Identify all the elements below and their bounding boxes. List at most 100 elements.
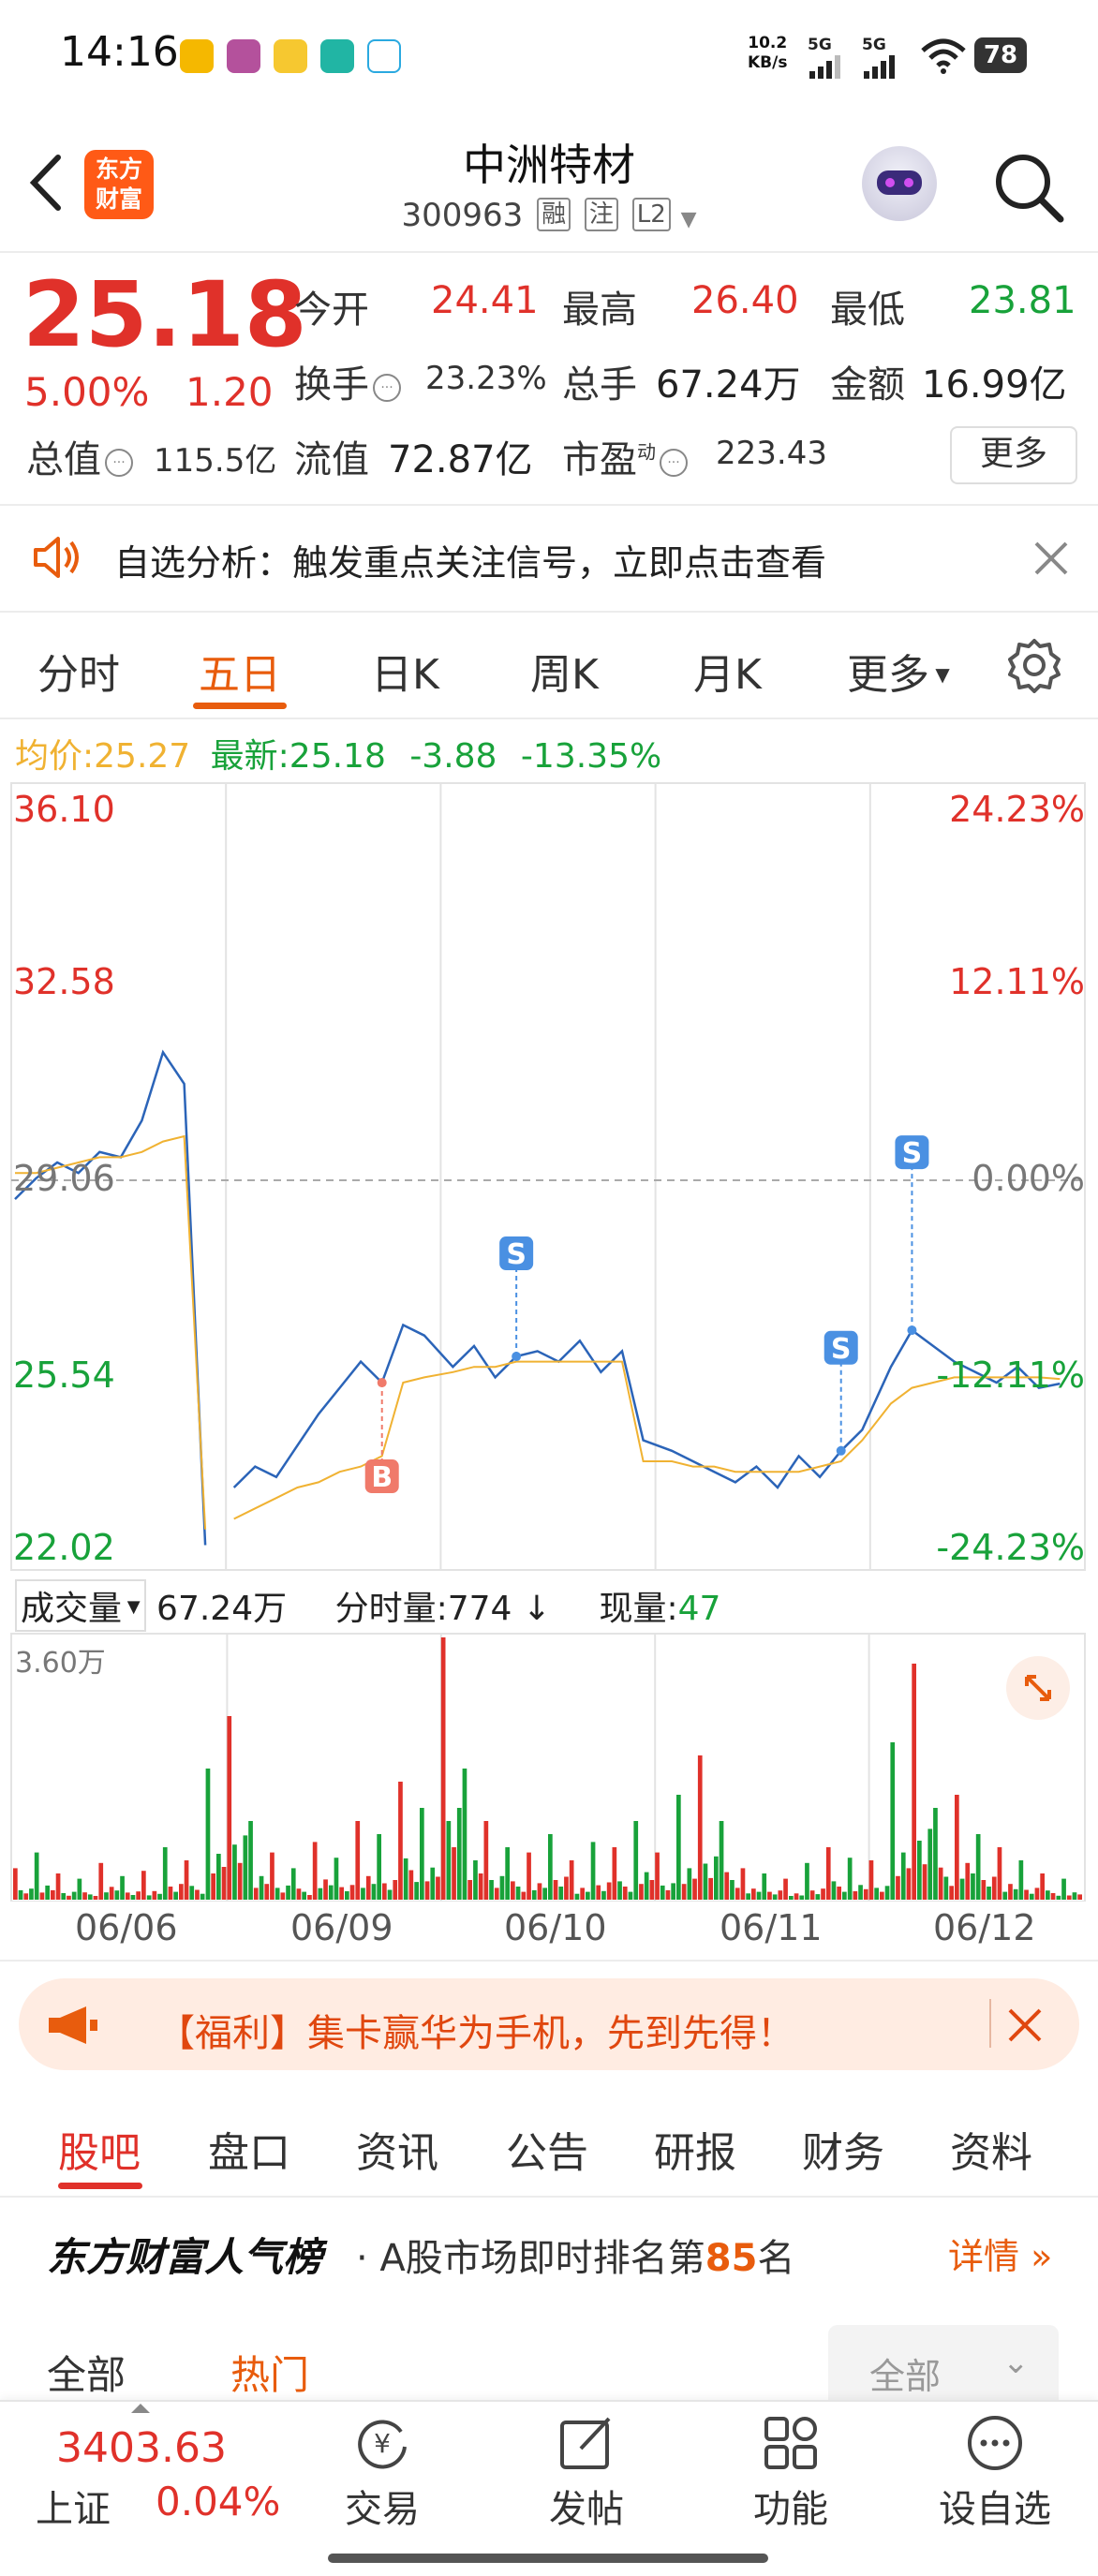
volume-bar — [660, 1885, 665, 1900]
assistant-robot-icon[interactable] — [862, 146, 937, 221]
promo-divider — [989, 1999, 991, 2048]
volume-bar — [483, 1821, 489, 1900]
tab-more[interactable]: 更多 ▼ — [847, 641, 950, 701]
volume-bar — [1050, 1893, 1056, 1900]
registration-tag: 注 — [584, 198, 618, 231]
volume-bar — [67, 1895, 71, 1900]
info-icon[interactable]: ··· — [660, 449, 688, 477]
close-icon[interactable] — [1006, 2006, 1044, 2044]
tab-five-day[interactable]: 五日 — [199, 641, 281, 701]
current-price: 25.18 — [22, 262, 307, 367]
search-icon[interactable] — [991, 150, 1066, 225]
tab-orderbook[interactable]: 盘口 — [208, 2119, 290, 2179]
turnover-label: 换手 ··· — [294, 354, 405, 408]
y-tick-right: 0.00% — [972, 1158, 1085, 1199]
volume-bar — [676, 1795, 681, 1900]
nav-functions[interactable]: 功能 — [725, 2406, 856, 2533]
nav-trade[interactable]: ¥ 交易 — [317, 2406, 448, 2533]
volume-bar — [296, 1888, 302, 1900]
volume-bar — [162, 1847, 168, 1900]
volume-bar — [1029, 1893, 1034, 1900]
pe-label: 市盈动 ··· — [562, 429, 691, 483]
high-value: 26.40 — [691, 279, 799, 322]
index-change-pct[interactable]: 0.04% — [156, 2479, 280, 2524]
volume-bar — [184, 1860, 189, 1900]
volume-bar — [377, 1834, 381, 1900]
volume-bar — [644, 1872, 649, 1900]
ranking-text: · A股市场即时排名第85名 — [356, 2237, 795, 2280]
info-icon[interactable]: ··· — [373, 374, 401, 402]
volume-bar — [243, 1835, 248, 1900]
close-icon[interactable] — [1031, 538, 1072, 579]
volume-bar — [596, 1885, 601, 1900]
volume-bar — [365, 1875, 371, 1900]
volume-bar — [671, 1883, 675, 1900]
index-value[interactable]: 3403.63 — [56, 2424, 227, 2472]
chart-legend: 均价:25.27 最新:25.18 -3.88 -13.35% — [15, 737, 662, 776]
notification-app-icon — [227, 39, 260, 73]
volume-bar — [922, 1864, 927, 1900]
volume-bar — [531, 1889, 537, 1900]
tab-news[interactable]: 资讯 — [356, 2119, 438, 2179]
tab-monthly-k[interactable]: 月K — [693, 641, 762, 701]
filter-all[interactable]: 全部 — [47, 2344, 126, 2401]
tab-profile[interactable]: 资料 — [950, 2119, 1032, 2179]
volume-selector[interactable]: 成交量 ▼ — [15, 1579, 146, 1632]
volume-value: 67.24万 — [656, 363, 801, 407]
volume-bar — [339, 1887, 344, 1900]
tab-forum[interactable]: 股吧 — [58, 2119, 141, 2179]
volume-bar — [494, 1888, 499, 1900]
tab-daily-k[interactable]: 日K — [371, 641, 439, 701]
gear-icon[interactable] — [1008, 637, 1061, 693]
volume-bar — [130, 1895, 136, 1900]
notification-app-icon — [180, 39, 214, 73]
volume-bar — [927, 1828, 933, 1900]
notice-text[interactable]: 自选分析：触发重点关注信号，立即点击查看 — [114, 534, 826, 585]
volume-bar — [264, 1884, 270, 1900]
notification-mail-icon — [274, 39, 307, 73]
tab-finance[interactable]: 财务 — [802, 2119, 884, 2179]
volume-bar — [612, 1847, 617, 1900]
filter-hot[interactable]: 热门 — [230, 2344, 309, 2401]
date-label: 06/10 — [504, 1907, 607, 1948]
more-quote-button[interactable]: 更多 — [950, 426, 1077, 484]
volume-bar — [639, 1884, 644, 1900]
ranking-detail-link[interactable]: 详情 » — [948, 2228, 1052, 2279]
volume-bar — [280, 1892, 286, 1900]
tab-announcements[interactable]: 公告 — [506, 2119, 588, 2179]
signal-marker-label: S — [831, 1333, 852, 1366]
volume-bar — [553, 1880, 558, 1900]
volume-bar — [29, 1888, 34, 1900]
volume-bar — [900, 1852, 906, 1900]
volume-bar — [515, 1887, 521, 1900]
volume-bar — [200, 1893, 205, 1900]
tab-intraday[interactable]: 分时 — [37, 641, 120, 701]
filter-dropdown[interactable]: 全部 ⌄ — [828, 2325, 1059, 2411]
divider — [0, 2196, 1098, 2198]
tab-research[interactable]: 研报 — [654, 2119, 736, 2179]
tab-weekly-k[interactable]: 周K — [530, 641, 599, 701]
volume-bar — [649, 1880, 655, 1900]
index-name[interactable]: 上证 — [36, 2479, 111, 2533]
margin-tag: 融 — [537, 198, 571, 231]
five-day-price-chart[interactable]: B S S S — [0, 777, 1098, 1574]
volume-bar — [724, 1872, 730, 1900]
volume-bar — [61, 1893, 67, 1900]
promo-text[interactable]: 【福利】集卡赢华为手机，先到先得！ — [157, 2003, 794, 2057]
signal-marker-dot — [836, 1445, 846, 1456]
volume-bar — [868, 1860, 874, 1900]
nav-watchlist[interactable]: 设自选 — [929, 2406, 1061, 2533]
nav-post[interactable]: 发帖 — [521, 2406, 652, 2533]
volume-bar — [863, 1888, 868, 1900]
y-tick-left: 36.10 — [13, 789, 115, 830]
expand-icon[interactable] — [1006, 1656, 1070, 1720]
volume-bar — [302, 1891, 306, 1900]
y-tick-right: 24.23% — [949, 789, 1085, 830]
volume-bar — [1008, 1884, 1013, 1900]
volume-bar — [896, 1875, 900, 1900]
wifi-icon — [921, 38, 966, 74]
info-icon[interactable]: ··· — [105, 449, 133, 477]
expand-up-icon[interactable] — [131, 2404, 150, 2413]
dropdown-triangle-icon[interactable]: ▼ — [681, 208, 697, 231]
volume-bar — [665, 1889, 671, 1900]
